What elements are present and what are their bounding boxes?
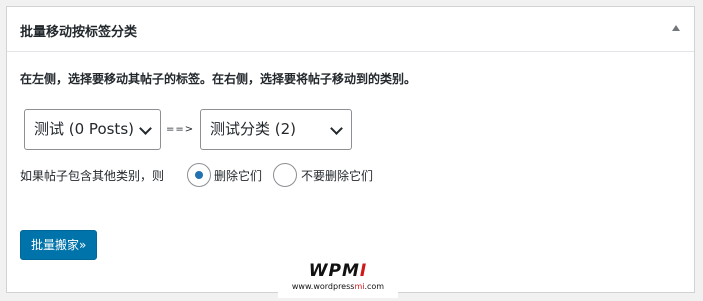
instruction-text: 在左侧，选择要移动其帖子的标签。在右侧，选择要将帖子移动到的类别。 [20, 72, 417, 86]
watermark-url: www.wordpressmi.com [291, 282, 385, 291]
tag-select[interactable]: 测试 (0 Posts) [24, 109, 161, 150]
tag-select-value: 测试 (0 Posts) [34, 120, 134, 138]
category-select-value: 测试分类 (2) [210, 120, 297, 138]
remove-radio[interactable] [187, 163, 211, 187]
chevron-down-icon [330, 122, 343, 135]
arrow-separator: ==> [166, 124, 195, 135]
panel-header: 批量移动按标签分类 [7, 7, 694, 52]
remove-radio-label[interactable]: 删除它们 [214, 167, 262, 184]
watermark-logo: WPMI [308, 261, 368, 281]
category-select[interactable]: 测试分类 (2) [200, 109, 352, 150]
panel-title: 批量移动按标签分类 [20, 25, 138, 40]
keep-radio-label[interactable]: 不要删除它们 [301, 167, 373, 184]
wpmi-watermark: WPMI www.wordpressmi.com [278, 258, 398, 298]
collapse-toggle-icon[interactable] [672, 25, 680, 31]
chevron-down-icon [139, 122, 152, 135]
bulk-move-panel: 批量移动按标签分类 在左侧，选择要移动其帖子的标签。在右侧，选择要将帖子移动到的… [6, 6, 695, 293]
radio-group-label: 如果帖子包含其他类别，则 [20, 169, 165, 183]
keep-radio[interactable] [273, 163, 297, 187]
bulk-move-button[interactable]: 批量搬家» [20, 230, 98, 260]
